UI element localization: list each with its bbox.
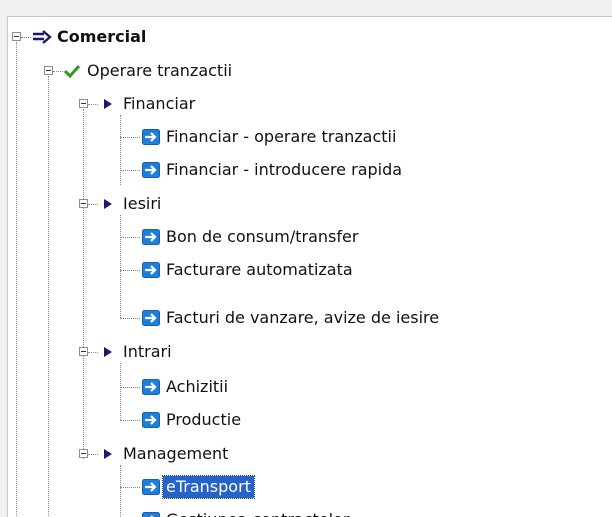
- blue-arrow-icon: [141, 161, 161, 179]
- tree-leaf-label: Productie: [163, 409, 244, 431]
- tree-leaf-label: Bon de consum/transfer: [163, 226, 361, 248]
- tree-leaf-bon-consum[interactable]: Bon de consum/transfer: [141, 224, 361, 250]
- tree-group-iesiri[interactable]: Iesiri: [98, 191, 164, 217]
- blue-arrow-icon: [141, 511, 161, 517]
- blue-arrow-icon: [141, 261, 161, 279]
- tree-node-comercial[interactable]: Comercial: [32, 24, 149, 50]
- tree-panel: Comercial Operare tranzactii Financiar: [7, 16, 612, 517]
- tree-node-label: Operare tranzactii: [84, 60, 235, 82]
- blue-arrow-icon: [141, 411, 161, 429]
- tree-leaf-achizitii[interactable]: Achizitii: [141, 374, 231, 400]
- blue-arrow-icon: [141, 228, 161, 246]
- double-arrow-icon: [32, 28, 52, 46]
- triangle-arrow-icon: [98, 195, 118, 213]
- checkmark-icon: [62, 62, 82, 80]
- triangle-arrow-icon: [98, 445, 118, 463]
- collapse-toggle-management[interactable]: [79, 449, 88, 458]
- tree-leaf-label: Financiar - introducere rapida: [163, 159, 405, 181]
- tree-leaf-label: Financiar - operare tranzactii: [163, 126, 399, 148]
- tree-leaf-facturare-automatizata[interactable]: Facturare automatizata: [141, 257, 356, 283]
- tree-node-operare-tranzactii[interactable]: Operare tranzactii: [62, 58, 235, 84]
- tree-leaf-label: Facturi de vanzare, avize de iesire: [163, 307, 442, 329]
- tree-leaf-financiar-operare[interactable]: Financiar - operare tranzactii: [141, 124, 399, 150]
- triangle-arrow-icon: [98, 343, 118, 361]
- tree-leaf-label: Achizitii: [163, 376, 231, 398]
- tree-leaf-productie[interactable]: Productie: [141, 407, 244, 433]
- tree-group-management[interactable]: Management: [98, 441, 231, 467]
- tree-group-label: Intrari: [120, 341, 175, 363]
- tree-leaf-label: Facturare automatizata: [163, 259, 356, 281]
- tree-group-label: Management: [120, 443, 231, 465]
- tree-node-label: Comercial: [54, 26, 149, 48]
- blue-arrow-icon: [141, 128, 161, 146]
- collapse-toggle-intrari[interactable]: [79, 347, 88, 356]
- tree-leaf-facturi-vanzare[interactable]: Facturi de vanzare, avize de iesire: [141, 305, 442, 331]
- tree-leaf-financiar-introducere[interactable]: Financiar - introducere rapida: [141, 157, 405, 183]
- triangle-arrow-icon: [98, 95, 118, 113]
- tree-group-label: Financiar: [120, 93, 198, 115]
- collapse-toggle-operare[interactable]: [44, 66, 53, 75]
- tree-leaf-label-selected: eTransport: [163, 476, 254, 498]
- menu-tree: Comercial Operare tranzactii Financiar: [8, 17, 612, 517]
- tree-group-financiar[interactable]: Financiar: [98, 91, 198, 117]
- collapse-toggle-iesiri[interactable]: [79, 199, 88, 208]
- tree-group-intrari[interactable]: Intrari: [98, 339, 175, 365]
- tree-group-label: Iesiri: [120, 193, 164, 215]
- collapse-toggle-comercial[interactable]: [12, 32, 21, 41]
- blue-arrow-icon: [141, 478, 161, 496]
- collapse-toggle-financiar[interactable]: [79, 99, 88, 108]
- tree-leaf-etransport[interactable]: eTransport: [141, 474, 254, 500]
- blue-arrow-icon: [141, 309, 161, 327]
- blue-arrow-icon: [141, 378, 161, 396]
